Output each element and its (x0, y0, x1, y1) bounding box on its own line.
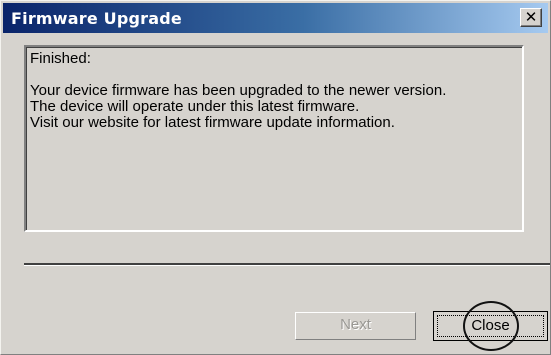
message-line-upgraded: Your device firmware has been upgraded t… (30, 82, 447, 99)
close-button[interactable]: Close (433, 311, 548, 341)
status-message-box: Finished: Your device firmware has been … (24, 45, 524, 232)
close-button-focus-rect: Close (437, 315, 544, 337)
status-finished-text: Finished: (30, 50, 91, 67)
title-bar[interactable]: Firmware Upgrade ✕ (3, 3, 548, 33)
next-button-label: Next (340, 316, 371, 333)
close-button-label: Close (471, 317, 510, 334)
close-glyph: ✕ (524, 8, 538, 26)
firmware-upgrade-dialog: Firmware Upgrade ✕ Finished: Your device… (0, 0, 551, 355)
button-separator (24, 263, 550, 266)
message-line-website: Visit our website for latest firmware up… (30, 114, 395, 131)
close-icon[interactable]: ✕ (520, 8, 542, 27)
next-button[interactable]: Next (295, 312, 416, 340)
window-title: Firmware Upgrade (11, 9, 182, 28)
message-line-operate: The device will operate under this lates… (30, 98, 360, 115)
